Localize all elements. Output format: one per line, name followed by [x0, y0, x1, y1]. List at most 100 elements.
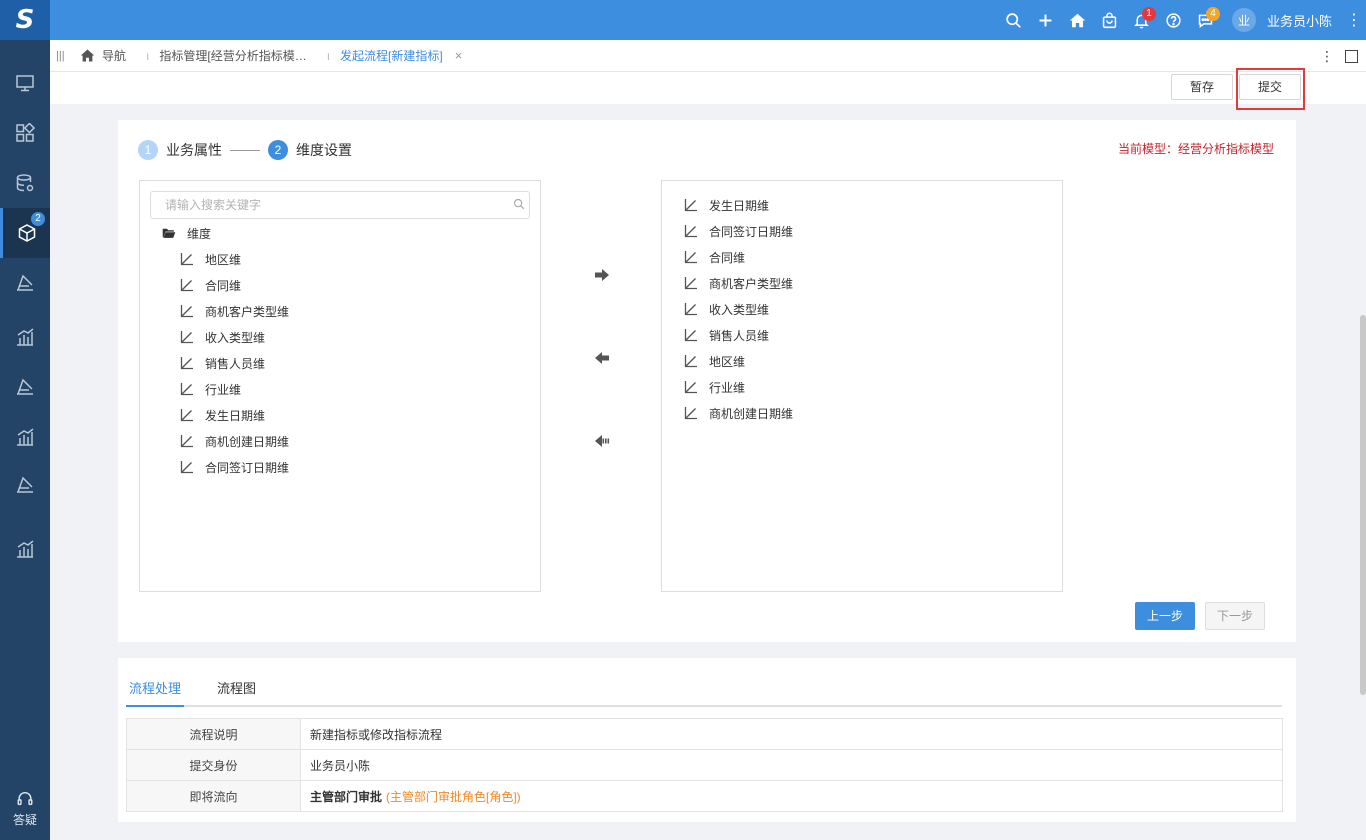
- save-draft-button[interactable]: 暂存: [1171, 74, 1233, 100]
- more-vertical-icon[interactable]: ⋮: [1342, 10, 1366, 30]
- top-actions: 1 4 业 业务员小陈 ⋮: [998, 0, 1366, 40]
- list-item[interactable]: 销售人员维: [180, 350, 265, 376]
- dimension-icon: [684, 225, 697, 238]
- chat-icon[interactable]: 4: [1190, 0, 1222, 40]
- dimension-icon: [684, 381, 697, 394]
- database-icon[interactable]: [0, 158, 50, 208]
- bell-icon[interactable]: 1: [1126, 0, 1158, 40]
- home-icon[interactable]: [1062, 0, 1094, 40]
- list-item[interactable]: 销售人员维: [684, 322, 769, 348]
- move-left-button[interactable]: [587, 345, 617, 371]
- tree-folder[interactable]: 维度: [162, 220, 211, 246]
- available-dimensions-pane: 维度 地区维合同维商机客户类型维收入类型维销售人员维行业维发生日期维商机创建日期…: [139, 180, 541, 592]
- dimension-icon: [180, 357, 193, 370]
- step-label[interactable]: 业务属性: [166, 140, 222, 160]
- dimension-icon: [684, 303, 697, 316]
- row-key: 即将流向: [126, 780, 301, 812]
- monitor-icon[interactable]: [0, 58, 50, 108]
- row-key: 提交身份: [126, 749, 301, 781]
- search-icon[interactable]: [513, 198, 525, 210]
- list-item-label: 行业维: [709, 380, 746, 395]
- tab-indicator-mgmt[interactable]: ı 指标管理[经营分析指标模…: [136, 40, 317, 72]
- user-name[interactable]: 业务员小陈: [1267, 11, 1332, 30]
- dimension-icon: [180, 435, 193, 448]
- process-info-table: 流程说明 新建指标或修改指标流程 提交身份 业务员小陈 即将流向 主管部门审批(…: [126, 718, 1283, 812]
- more-vertical-icon[interactable]: ⋮: [1315, 48, 1339, 65]
- tab-nav[interactable]: 导航: [70, 40, 136, 72]
- arrow-left-icon: [595, 352, 609, 364]
- list-item[interactable]: 行业维: [180, 376, 241, 402]
- chart-icon[interactable]: [0, 312, 50, 362]
- headset-icon: [17, 791, 33, 806]
- list-item[interactable]: 收入类型维: [684, 296, 769, 322]
- plus-icon[interactable]: [1030, 0, 1062, 40]
- list-item-label: 发生日期维: [205, 408, 266, 423]
- maximize-icon[interactable]: [1345, 49, 1358, 63]
- step-number[interactable]: 2: [268, 140, 288, 160]
- close-icon[interactable]: ×: [455, 48, 463, 63]
- step-number[interactable]: 1: [138, 140, 158, 160]
- list-item-label: 发生日期维: [709, 198, 770, 213]
- help-icon[interactable]: [1158, 0, 1190, 40]
- move-all-left-button[interactable]: [587, 428, 617, 454]
- avatar[interactable]: 业: [1231, 8, 1256, 32]
- next-node-name: 主管部门审批: [310, 789, 383, 804]
- dimension-icon: [180, 253, 193, 266]
- list-item[interactable]: 商机客户类型维: [180, 298, 289, 324]
- list-item[interactable]: 合同签订日期维: [180, 454, 289, 480]
- dimension-icon: [180, 305, 193, 318]
- apps-icon[interactable]: [0, 108, 50, 158]
- list-item[interactable]: 发生日期维: [180, 402, 265, 428]
- list-item[interactable]: 合同维: [684, 244, 745, 270]
- list-item[interactable]: 商机创建日期维: [684, 400, 793, 426]
- tabs-toggle-icon[interactable]: |||: [56, 50, 70, 62]
- move-right-button[interactable]: [587, 262, 617, 288]
- list-item-label: 合同签订日期维: [205, 460, 290, 475]
- list-item[interactable]: 发生日期维: [684, 192, 769, 218]
- cube-icon[interactable]: 2: [0, 208, 50, 258]
- selected-dimensions-pane: 发生日期维合同签订日期维合同维 商机客户类型维 收入类型维 销售人员维 地区维行业维商机…: [661, 180, 1063, 592]
- list-item[interactable]: 行业维: [684, 374, 745, 400]
- search-input[interactable]: [150, 191, 530, 219]
- tab-separator: ı: [326, 48, 331, 63]
- chart-icon[interactable]: [0, 524, 50, 574]
- bag-icon[interactable]: [1094, 0, 1126, 40]
- list-item-label: 收入类型维: [205, 330, 266, 345]
- list-item-label: 商机客户类型维: [205, 304, 290, 319]
- current-model-tip: 当前模型：经营分析指标模型: [1117, 142, 1274, 156]
- row-key: 流程说明: [126, 718, 301, 750]
- folder-open-icon: [162, 228, 176, 238]
- next-step-button[interactable]: 下一步: [1205, 602, 1265, 630]
- chart-icon[interactable]: [0, 412, 50, 462]
- list-item[interactable]: 商机创建日期维: [180, 428, 289, 454]
- step-label[interactable]: 维度设置: [296, 140, 352, 160]
- folder-label: 维度: [187, 226, 212, 241]
- tab-flow-chart[interactable]: 流程图: [214, 672, 259, 707]
- sidebar-badge: 2: [31, 212, 45, 226]
- list-item[interactable]: 收入类型维: [180, 324, 265, 350]
- bell-badge: 1: [1141, 7, 1156, 21]
- help-center[interactable]: 答疑: [0, 790, 50, 828]
- list-item[interactable]: 地区维: [684, 348, 745, 374]
- search-icon[interactable]: [998, 0, 1030, 40]
- process-icon[interactable]: [0, 258, 50, 308]
- tab-start-process[interactable]: ı 发起流程[新建指标] ×: [317, 40, 473, 72]
- tab-process-handling[interactable]: 流程处理: [126, 672, 185, 707]
- app-logo[interactable]: S: [0, 0, 50, 40]
- left-sidebar: 2 答疑: [0, 40, 50, 840]
- process-panel: 流程处理 流程图 流程说明 新建指标或修改指标流程 提交身份 业务员小陈 即将流…: [118, 658, 1296, 822]
- tabbar-actions: ⋮: [1315, 40, 1366, 72]
- page-scrollbar[interactable]: [1360, 315, 1366, 695]
- list-item[interactable]: 地区维: [180, 246, 241, 272]
- tab-label: 发起流程[新建指标]: [340, 49, 443, 63]
- list-item[interactable]: 合同签订日期维: [684, 218, 793, 244]
- table-row: 流程说明 新建指标或修改指标流程: [126, 718, 1283, 750]
- process-icon[interactable]: [0, 460, 50, 510]
- list-item-label: 合同签订日期维: [709, 224, 794, 239]
- list-item-label: 销售人员维: [205, 356, 266, 371]
- prev-step-button[interactable]: 上一步: [1135, 602, 1195, 630]
- process-tabs: 流程处理 流程图: [126, 672, 1282, 707]
- process-icon[interactable]: [0, 362, 50, 412]
- list-item[interactable]: 合同维: [180, 272, 241, 298]
- list-item[interactable]: 商机客户类型维: [684, 270, 793, 296]
